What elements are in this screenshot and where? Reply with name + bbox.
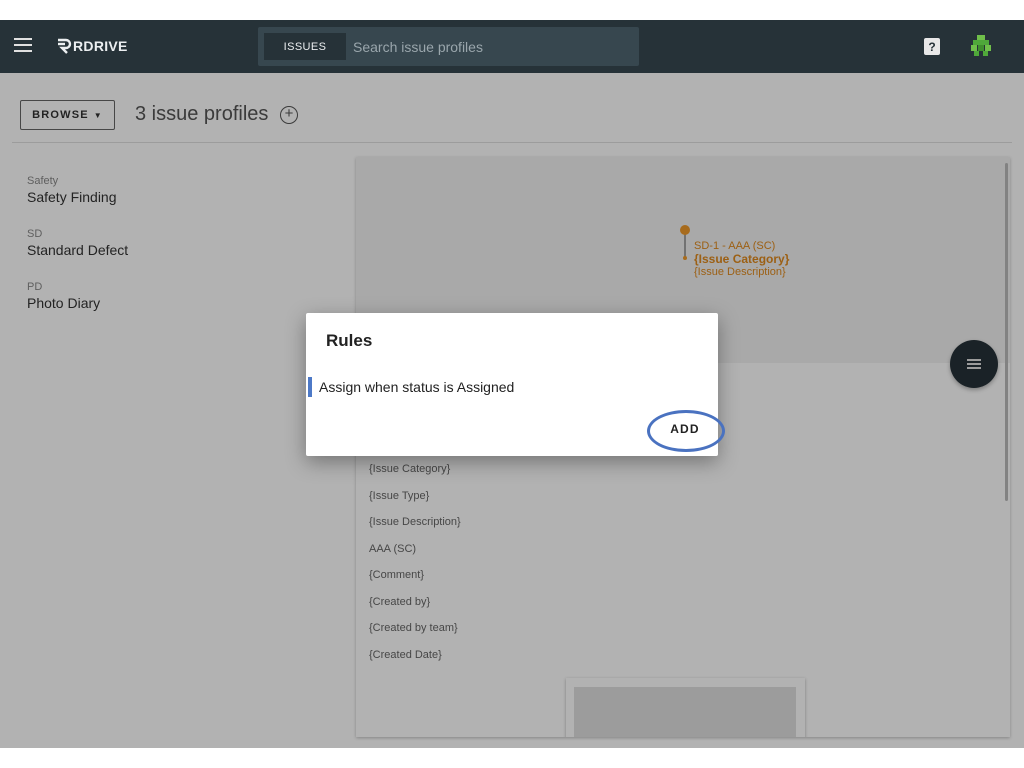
highlight-ring: [647, 410, 725, 452]
app-logo[interactable]: RDRIVE: [56, 35, 128, 57]
search-input[interactable]: [353, 35, 633, 59]
rule-item[interactable]: Assign when status is Assigned: [306, 377, 514, 397]
top-app-bar: RDRIVE ISSUES ?: [0, 20, 1024, 73]
dialog-title: Rules: [326, 331, 373, 350]
rule-indicator: [308, 377, 312, 397]
help-icon[interactable]: ?: [924, 38, 940, 55]
logo-text: RDRIVE: [73, 38, 128, 54]
rule-text: Assign when status is Assigned: [319, 379, 515, 395]
search-scope-chip[interactable]: ISSUES: [264, 33, 346, 60]
app-frame: RDRIVE ISSUES ? BROWSE ▼ 3 issue profile…: [0, 20, 1024, 748]
hamburger-menu-icon[interactable]: [14, 38, 32, 52]
rules-dialog: Rules Assign when status is Assigned ADD: [306, 313, 725, 456]
logo-mark-icon: [58, 38, 72, 54]
search-bar: ISSUES: [258, 27, 639, 66]
user-avatar-icon[interactable]: [968, 33, 994, 59]
